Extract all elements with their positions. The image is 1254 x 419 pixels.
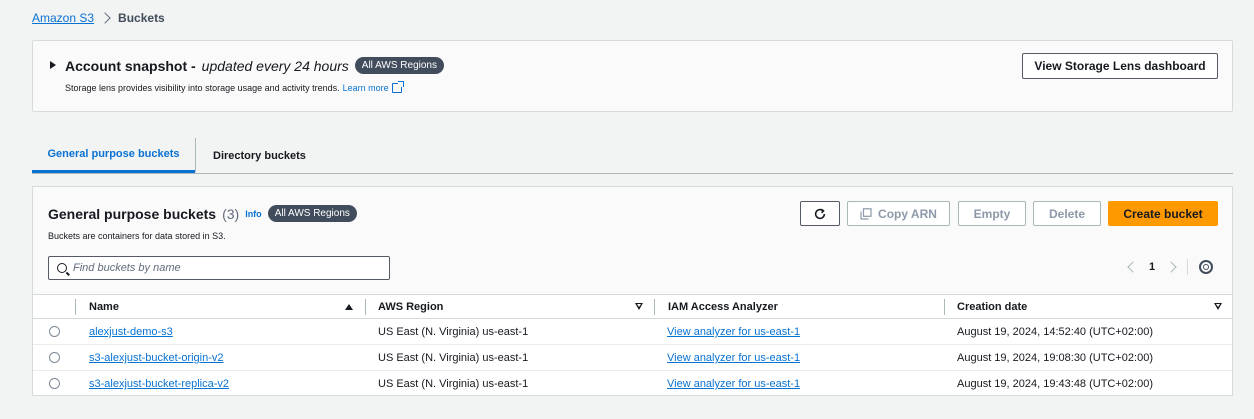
search-input[interactable] — [73, 262, 373, 274]
view-storage-lens-button[interactable]: View Storage Lens dashboard — [1022, 53, 1218, 79]
row-select-radio[interactable] — [49, 326, 60, 337]
chevron-right-icon — [99, 12, 111, 24]
current-page[interactable]: 1 — [1149, 261, 1155, 273]
chevron-left-icon[interactable] — [1127, 261, 1139, 273]
tab-general-purpose-buckets[interactable]: General purpose buckets — [32, 138, 195, 173]
account-snapshot-description: Storage lens provides visibility into st… — [65, 81, 404, 93]
breadcrumb-current: Buckets — [118, 11, 165, 25]
gear-icon[interactable] — [1199, 260, 1213, 274]
column-header-region[interactable]: AWS Region — [378, 295, 443, 319]
sort-ascending-icon[interactable] — [345, 304, 353, 310]
creation-date: August 19, 2024, 19:08:30 (UTC+02:00) — [957, 352, 1153, 364]
refresh-icon — [814, 208, 826, 219]
bucket-name-link[interactable]: s3-alexjust-bucket-replica-v2 — [89, 378, 229, 390]
bucket-count: (3) — [222, 205, 240, 222]
copy-arn-button[interactable]: Copy ARN — [847, 201, 950, 226]
caret-right-icon[interactable] — [50, 61, 56, 69]
table-row: alexjust-demo-s3 US East (N. Virginia) u… — [33, 319, 1232, 345]
buckets-title-row: General purpose buckets (3) Info All AWS… — [48, 205, 357, 222]
account-snapshot-updated: updated every 24 hours — [201, 57, 349, 74]
iam-analyzer-link[interactable]: View analyzer for us-east-1 — [667, 352, 800, 364]
chevron-right-icon[interactable] — [1165, 261, 1177, 273]
buckets-panel: General purpose buckets (3) Info All AWS… — [32, 186, 1233, 396]
row-select-radio[interactable] — [49, 378, 60, 389]
row-select-radio[interactable] — [49, 352, 60, 363]
table-header: Name AWS Region IAM Access Analyzer Crea… — [33, 294, 1232, 319]
creation-date: August 19, 2024, 14:52:40 (UTC+02:00) — [957, 326, 1153, 338]
region-badge: All AWS Regions — [354, 57, 444, 74]
buckets-title: General purpose buckets — [48, 205, 217, 222]
info-link[interactable]: Info — [245, 209, 262, 219]
search-field[interactable] — [48, 256, 390, 280]
sort-icon[interactable] — [635, 303, 643, 310]
account-snapshot-panel: Account snapshot - updated every 24 hour… — [32, 40, 1233, 112]
search-icon — [57, 263, 67, 273]
column-header-created[interactable]: Creation date — [957, 295, 1027, 319]
delete-button[interactable]: Delete — [1033, 201, 1101, 226]
pager-divider — [1187, 259, 1189, 275]
learn-more-link[interactable]: Learn more — [343, 83, 389, 93]
tab-directory-buckets[interactable]: Directory buckets — [213, 138, 306, 173]
column-divider — [654, 299, 655, 315]
empty-button[interactable]: Empty — [958, 201, 1026, 226]
bucket-tabs: General purpose buckets Directory bucket… — [32, 138, 1233, 174]
creation-date: August 19, 2024, 19:43:48 (UTC+02:00) — [957, 378, 1153, 390]
table-row: s3-alexjust-bucket-origin-v2 US East (N.… — [33, 345, 1232, 371]
snapshot-description-text: Storage lens provides visibility into st… — [65, 83, 340, 93]
pagination: 1 — [1125, 259, 1189, 275]
column-header-name[interactable]: Name — [89, 295, 119, 319]
iam-analyzer-link[interactable]: View analyzer for us-east-1 — [667, 326, 800, 338]
bucket-region: US East (N. Virginia) us-east-1 — [378, 352, 529, 364]
breadcrumb-amazon-s3[interactable]: Amazon S3 — [32, 11, 94, 25]
iam-analyzer-link[interactable]: View analyzer for us-east-1 — [667, 378, 800, 390]
column-divider — [75, 299, 76, 315]
account-snapshot-title: Account snapshot - — [65, 57, 196, 74]
buckets-description: Buckets are containers for data stored i… — [48, 231, 226, 241]
bucket-region: US East (N. Virginia) us-east-1 — [378, 326, 529, 338]
copy-icon — [860, 207, 872, 220]
column-divider — [365, 299, 366, 315]
column-header-iam[interactable]: IAM Access Analyzer — [668, 295, 778, 319]
external-link-icon — [391, 81, 404, 93]
copy-arn-label: Copy ARN — [878, 206, 937, 221]
tab-divider — [195, 138, 196, 172]
bucket-name-link[interactable]: s3-alexjust-bucket-origin-v2 — [89, 352, 224, 364]
table-row: s3-alexjust-bucket-replica-v2 US East (N… — [33, 371, 1232, 397]
create-bucket-button[interactable]: Create bucket — [1108, 201, 1218, 226]
column-divider — [944, 299, 945, 315]
bucket-name-link[interactable]: alexjust-demo-s3 — [89, 326, 173, 338]
region-badge: All AWS Regions — [267, 205, 357, 222]
refresh-button[interactable] — [800, 201, 840, 226]
sort-icon[interactable] — [1214, 303, 1222, 310]
account-snapshot-header[interactable]: Account snapshot - updated every 24 hour… — [65, 57, 444, 74]
bucket-region: US East (N. Virginia) us-east-1 — [378, 378, 529, 390]
breadcrumb: Amazon S3 Buckets — [32, 11, 165, 25]
buckets-panel-header: General purpose buckets (3) Info All AWS… — [33, 187, 1232, 294]
